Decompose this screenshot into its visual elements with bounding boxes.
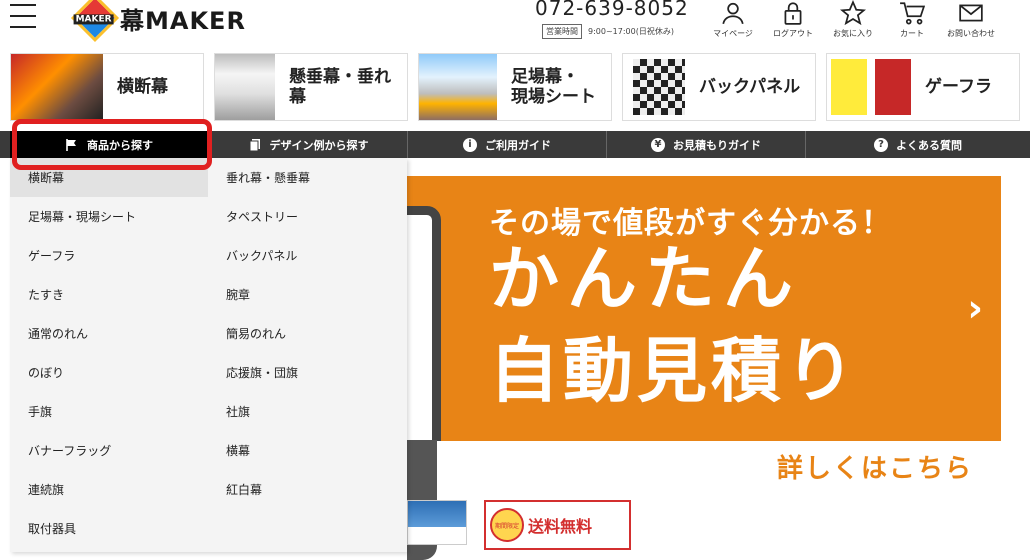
contact-label: お問い合わせ <box>947 29 995 38</box>
hero-details-link[interactable]: 詳しくはこちら <box>777 448 973 485</box>
promo-image-1[interactable] <box>407 500 467 545</box>
site-header: MAKER 幕MAKER 072-639-8052 営業時間 9:00~17:0… <box>0 0 1030 48</box>
category-thumbnail <box>11 54 103 120</box>
category-thumbnail <box>831 59 911 115</box>
dropdown-item[interactable]: タペストリー <box>208 197 407 236</box>
dropdown-item[interactable]: バナーフラッグ <box>10 431 208 470</box>
dropdown-item-empty <box>208 509 407 548</box>
category-banner-kensuimaku[interactable]: 懸垂幕・垂れ幕 <box>214 53 408 121</box>
hero-title-line1: かんたん <box>489 238 801 320</box>
dropdown-item[interactable]: 簡易のれん <box>208 314 407 353</box>
nav-label: よくある質問 <box>896 138 962 152</box>
cart-link[interactable]: カート <box>884 0 940 39</box>
logout-label: ログアウト <box>773 29 813 38</box>
hours-tag: 営業時間 <box>542 24 582 39</box>
nav-usage-guide[interactable]: i ご利用ガイド <box>408 131 607 158</box>
hero-title-line2: 自動見積り <box>489 330 859 412</box>
yen-icon: ¥ <box>651 137 665 152</box>
logout-link[interactable]: ログアウト <box>765 0 821 39</box>
dropdown-item[interactable]: たすき <box>10 275 208 314</box>
category-thumbnail <box>215 54 275 120</box>
dropdown-item[interactable]: 横幕 <box>208 431 407 470</box>
nav-faq[interactable]: ? よくある質問 <box>806 131 1030 158</box>
phone-number[interactable]: 072-639-8052 <box>535 0 689 20</box>
mail-icon <box>959 4 983 22</box>
cart-icon <box>900 2 925 25</box>
nav-label: お見積もりガイド <box>673 138 761 152</box>
dropdown-item[interactable]: バックパネル <box>208 236 407 275</box>
dropdown-item[interactable]: 手旗 <box>10 392 208 431</box>
logo-mark-icon: MAKER <box>70 0 120 43</box>
copy-icon <box>249 138 260 151</box>
nav-label: 商品から探す <box>87 138 153 152</box>
mypage-label: マイページ <box>713 29 753 38</box>
category-label: ゲーフラ <box>925 76 992 97</box>
dropdown-item[interactable]: 横断幕 <box>10 158 208 197</box>
star-icon <box>840 0 866 26</box>
dropdown-item[interactable]: 足場幕・現場シート <box>10 197 208 236</box>
category-banners: 横断幕 懸垂幕・垂れ幕 足場幕・ 現場シート バックパネル ゲーフラ <box>10 53 1020 121</box>
dropdown-item[interactable]: 通常のれん <box>10 314 208 353</box>
category-label: 懸垂幕・垂れ幕 <box>289 66 391 107</box>
dropdown-item[interactable]: のぼり <box>10 353 208 392</box>
promo-burst-badge: 期間限定 <box>490 508 524 542</box>
tablet-illustration <box>407 206 441 441</box>
favorites-link[interactable]: お気に入り <box>825 0 881 39</box>
category-thumbnail <box>633 59 685 115</box>
category-label: 足場幕・ 現場シート <box>511 66 596 107</box>
nav-estimate-guide[interactable]: ¥ お見積もりガイド <box>607 131 806 158</box>
nav-search-by-design[interactable]: デザイン例から探す <box>209 131 408 158</box>
dropdown-item[interactable]: 腕章 <box>208 275 407 314</box>
hours-text: 9:00~17:00(日祝休み) <box>588 27 674 36</box>
dropdown-item[interactable]: 応援旗・団旗 <box>208 353 407 392</box>
promo-free-shipping[interactable]: 期間限定 送料無料 <box>484 500 631 550</box>
mypage-link[interactable]: マイページ <box>705 0 761 39</box>
nav-label: ご利用ガイド <box>485 138 551 152</box>
nav-search-by-product[interactable]: 商品から探す <box>10 131 209 158</box>
product-dropdown-menu: 横断幕 垂れ幕・懸垂幕 足場幕・現場シート タペストリー ゲーフラ バックパネル… <box>10 158 407 552</box>
category-banner-geefura[interactable]: ゲーフラ <box>826 53 1020 121</box>
chevron-right-icon[interactable]: › <box>967 286 983 330</box>
question-icon: ? <box>874 137 888 152</box>
dropdown-item[interactable]: 連続旗 <box>10 470 208 509</box>
business-hours: 営業時間 9:00~17:00(日祝休み) <box>542 24 674 39</box>
site-logo[interactable]: MAKER 幕MAKER <box>70 0 246 43</box>
category-banner-ashibamaku[interactable]: 足場幕・ 現場シート <box>418 53 612 121</box>
dropdown-item[interactable]: 垂れ幕・懸垂幕 <box>208 158 407 197</box>
dropdown-item[interactable]: 社旗 <box>208 392 407 431</box>
category-banner-backpanel[interactable]: バックパネル <box>622 53 816 121</box>
favorites-label: お気に入り <box>833 29 873 38</box>
dropdown-item[interactable]: 紅白幕 <box>208 470 407 509</box>
nav-label: デザイン例から探す <box>269 138 369 152</box>
dropdown-item[interactable]: 取付器具 <box>10 509 208 548</box>
lock-icon <box>784 2 802 25</box>
info-icon: i <box>463 137 477 152</box>
hamburger-menu-icon[interactable] <box>10 4 36 30</box>
free-shipping-text: 送料無料 <box>528 517 593 536</box>
category-banner-oudanmaku[interactable]: 横断幕 <box>10 53 204 121</box>
cart-label: カート <box>900 29 924 38</box>
flag-icon <box>66 138 76 151</box>
hero-banner[interactable]: その場で値段がすぐ分かる！ かんたん 自動見積り › <box>407 176 1001 441</box>
category-label: 横断幕 <box>117 76 168 97</box>
logo-text: 幕MAKER <box>120 6 246 35</box>
category-label: バックパネル <box>699 76 801 97</box>
hero-subtitle: その場で値段がすぐ分かる！ <box>489 206 892 241</box>
category-thumbnail <box>419 54 497 120</box>
contact-link[interactable]: お問い合わせ <box>943 0 999 39</box>
dropdown-item[interactable]: ゲーフラ <box>10 236 208 275</box>
person-icon <box>722 2 744 25</box>
main-nav: 商品から探す デザイン例から探す i ご利用ガイド ¥ お見積もりガイド ? よ… <box>0 131 1030 158</box>
